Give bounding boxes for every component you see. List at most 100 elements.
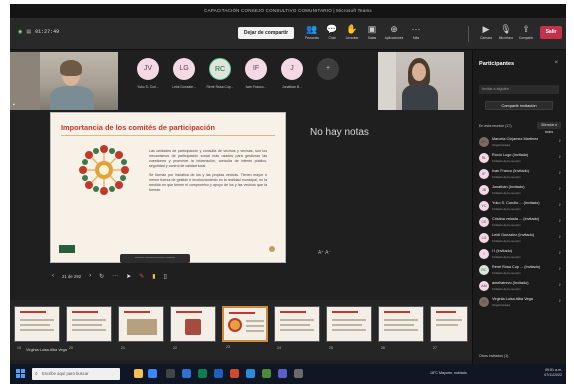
slide-thumbnail[interactable]: 20 [66,306,112,350]
mic-off-icon: ♪ [558,250,562,256]
participant-row[interactable]: CE Cristina velasta ... (Invitado) Invitad… [479,216,563,230]
more-button[interactable]: ··· Más [406,24,426,46]
mic-off-icon: ♪ [558,282,562,288]
slide-thumbnail[interactable]: 26 [378,306,424,350]
avatar: MC [479,137,489,147]
share-button[interactable]: ⇪ Compartir [516,24,536,46]
slide-body: Las unidades de participación y consulta… [149,149,267,193]
chrome-icon[interactable] [262,369,271,378]
edge-icon[interactable] [148,369,157,378]
title-bar: CAPACITACIÓN CONSEJO CONSULTIVO COMUNITA… [10,4,566,18]
avatar-tile[interactable]: IF Ivan Franco... [242,58,270,89]
shared-slide: Importancia de los comités de participac… [50,112,286,263]
mic-off-icon: ▪ [13,102,15,108]
participant-body [50,86,94,110]
meeting-toolbar: ◉ ▤ 01:27:49 Dejar de compartir 👥 Persona… [10,18,566,50]
store-icon[interactable] [182,369,191,378]
outlook-icon[interactable] [246,369,255,378]
avatar: LG [479,233,489,243]
share-invite-button[interactable]: Compartir invitación [485,101,553,110]
teams-window: CAPACITACIÓN CONSEJO CONSULTIVO COMUNITA… [10,4,566,384]
presenter-notes: No hay notas [310,127,369,138]
mic-button[interactable]: 🎙 Micrófono [496,24,516,46]
slide-thumbnail[interactable]: 21 [118,306,164,350]
slide-logo [59,245,75,253]
avatar: VV [479,297,489,307]
slide-paragraph: Las unidades de participación y consulta… [149,149,267,168]
highlighter-icon[interactable]: ▮ [152,273,155,280]
participant-row[interactable]: RC René Rosa Cup ... (Invitado) Invitado d… [479,264,563,278]
participant-row[interactable]: IF Ivan Franco (Invitado) Invitado de la r… [479,168,563,182]
participant-row[interactable]: JB Jonathan (Invitado) Invitado de la reun… [479,184,563,198]
participants-panel: Participantes × Invitar a alguien Compar… [472,50,566,364]
system-clock[interactable]: 09:51 a.m. 07/11/2022 [544,368,562,378]
people-button[interactable]: 👥 Personas [302,24,322,46]
file-explorer-icon[interactable] [134,369,143,378]
participation-wheel-illustration [79,145,129,195]
weather-widget[interactable]: 18°C Mayorm. nublado [430,371,467,375]
teams-icon[interactable] [278,369,287,378]
previous-slide-icon[interactable]: ‹ [52,273,54,279]
participant-row[interactable]: VV Virginia Luisa Alba Vega Organizadora ♪ [479,296,563,310]
participant-row[interactable]: II I (Invitado) Invitado de la reunión ♪ [479,248,563,262]
more-options-icon[interactable]: ··· [112,273,118,279]
windows-start-icon[interactable] [16,369,25,378]
pointer-icon[interactable]: ➤ [126,273,131,280]
slide-thumbnail[interactable]: 24 [274,306,320,350]
participant-row[interactable]: LG Leidi Gonzalez (Invitado) Invitado de l… [479,232,563,246]
slide-thumbnail-selected[interactable]: 23 [222,306,268,349]
app-icon[interactable] [294,369,303,378]
taskbar-search-input[interactable]: ⌕ Escribe aquí para buscar [32,368,120,380]
toolbar-divider [468,26,469,42]
avatar-tile[interactable]: JV Yuko S. Curi... [134,58,162,89]
slide-thumbnail[interactable]: 19 [14,306,60,350]
sync-icon[interactable]: ↻ [99,273,104,280]
video-tile-presenter[interactable]: ▪ [10,52,118,110]
avatar-tile[interactable]: LG Leidi Gonzale... [170,58,198,89]
participant-row[interactable]: YC Yuko S. Curulto ... (Invitado) Invitado… [479,200,563,214]
rooms-icon: ▣ [367,24,377,34]
pen-icon[interactable]: ✎ [139,273,144,280]
avatar-tile-speaking[interactable]: RC René Rosa Cup... [206,58,234,89]
slide-thumbnail[interactable]: 25 [326,306,372,350]
apps-icon: ⊕ [390,24,398,34]
excel-icon[interactable] [198,369,207,378]
participant-body [402,84,438,110]
search-icon: ⌕ [35,371,38,377]
mic-off-icon: ♪ [558,186,562,192]
slide-counter: 21 de 292 [62,273,82,279]
invite-input[interactable]: Invitar a alguien [479,85,559,94]
slide-thumbnail[interactable]: 27 [430,306,468,350]
close-icon[interactable]: × [554,60,558,66]
more-participants-tile[interactable]: + [314,58,342,80]
video-background [378,52,396,110]
next-slide-icon[interactable]: › [89,273,91,279]
word-icon[interactable] [214,369,223,378]
chat-button[interactable]: 💬 Chat [322,24,342,46]
slide-thumbnail[interactable]: 22 [170,306,216,350]
leave-button[interactable]: Salir [540,26,562,39]
in-meeting-header[interactable]: En esta reunión (17) [479,124,512,128]
rooms-button[interactable]: ▣ Salas [362,24,382,46]
avatar-tile[interactable]: J Jonathan B... [278,58,306,89]
participant-hair [60,60,82,76]
meeting-timer: 01:27:49 [35,29,60,35]
video-tile-participant[interactable] [378,52,464,110]
participant-row[interactable]: MC Marcela Cinjamez Martínez Organizadora ♪ [479,136,563,150]
others-invited-header[interactable]: Otros invitados (1) [479,354,508,358]
stop-sharing-button[interactable]: Dejar de compartir [238,27,294,39]
mute-all-button[interactable]: Silenciar a todos [537,122,561,134]
avatar: JV [137,58,159,80]
eraser-icon[interactable]: ▯ [164,273,167,280]
participant-row[interactable]: AM ameliatrevo (Invitado) Invitado de la r… [479,280,563,294]
mic-off-icon: ♪ [558,234,562,240]
participant-row[interactable]: RL Rocío Lugo (Invitado) Invitado de la re… [479,152,563,166]
live-caption-strip: ──── ──────── ──── [120,254,190,263]
camera-button[interactable]: ▶ Cámara [476,24,496,46]
raise-hand-button[interactable]: ✋ Levantar [342,24,362,46]
apps-button[interactable]: ⊕ Aplicaciones [384,24,404,46]
slide-title: Importancia de los comités de participac… [61,123,216,132]
notes-font-size-icon[interactable]: A⁺ A⁻ [318,250,331,256]
task-view-icon[interactable] [166,369,175,378]
powerpoint-icon[interactable] [230,369,239,378]
